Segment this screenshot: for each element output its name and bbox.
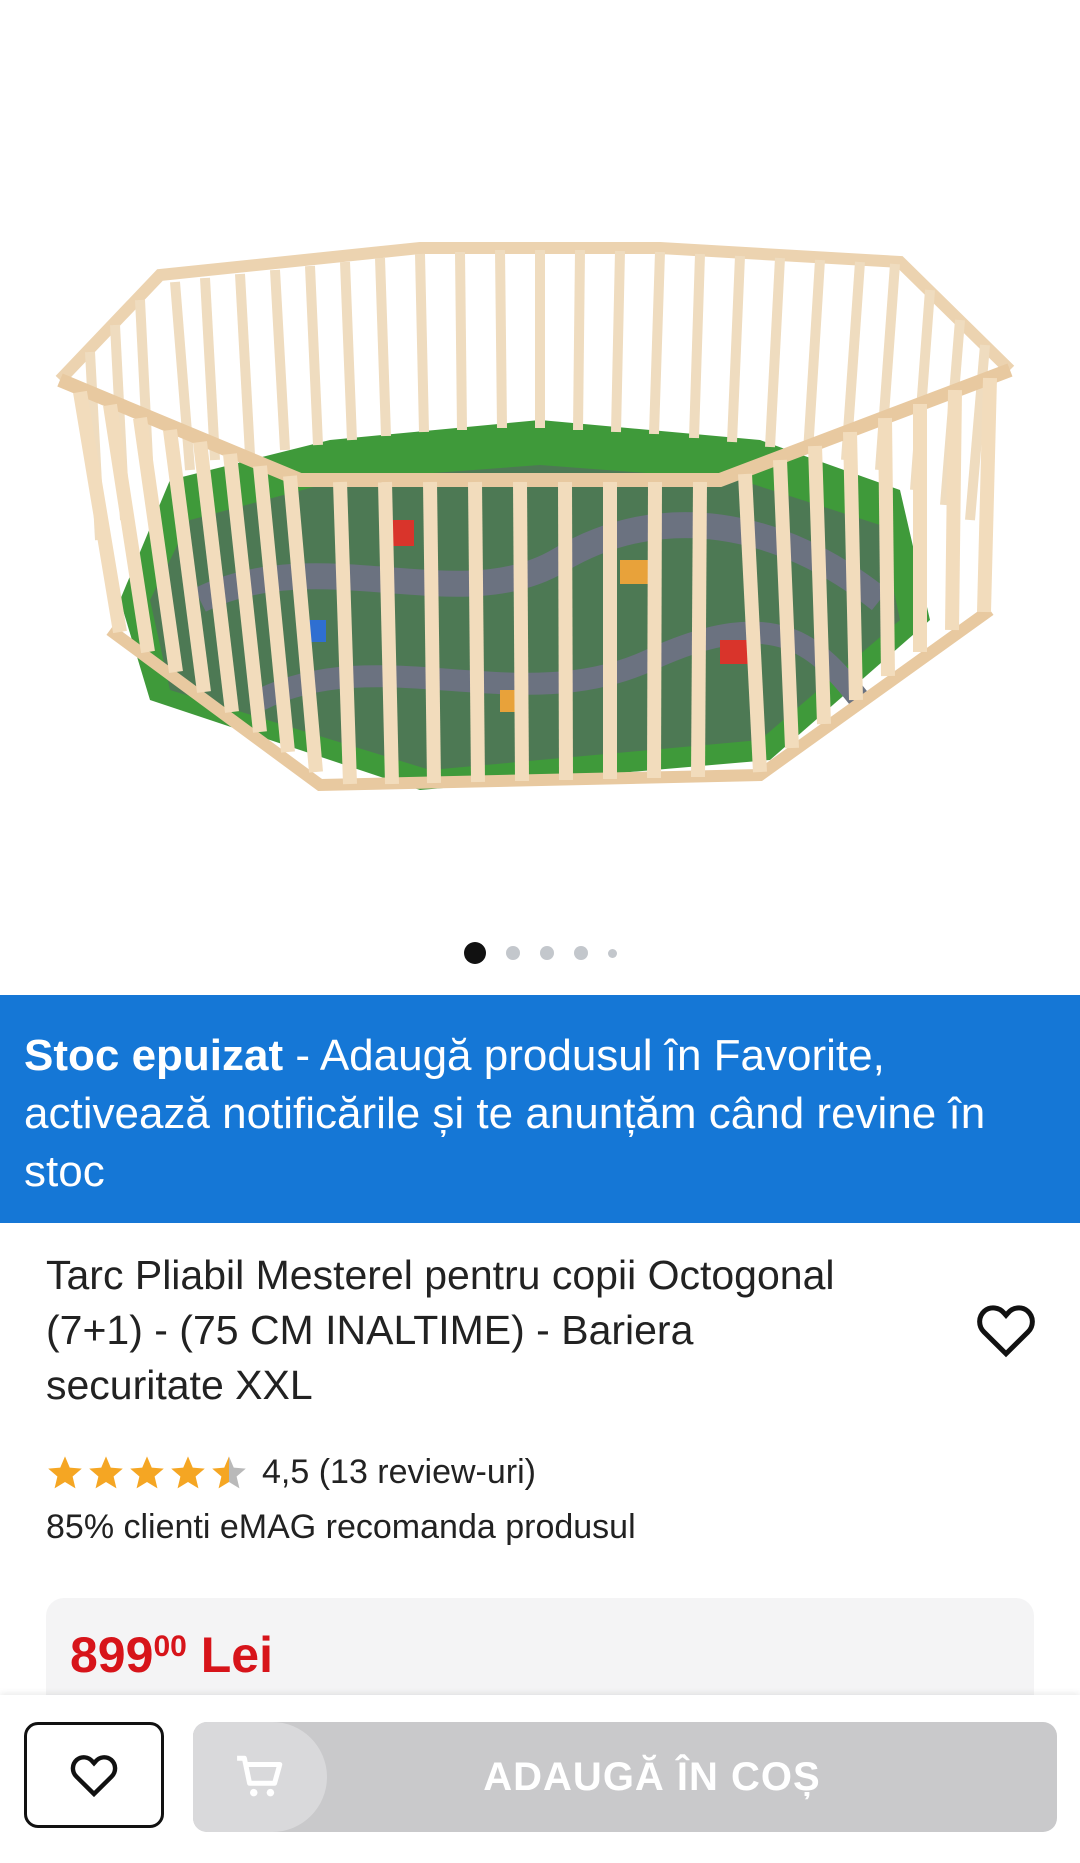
heart-icon (70, 1755, 118, 1797)
product-image (55, 242, 1015, 792)
add-to-cart-label: ADAUGĂ ÎN COȘ (483, 1754, 821, 1799)
star-icon (89, 1455, 123, 1488)
rating-stars (46, 1454, 248, 1492)
star-half-icon (212, 1455, 246, 1488)
add-to-favorites-button[interactable] (24, 1722, 164, 1828)
recommendation-text: 85% clienti eMAG recomanda produsul (46, 1508, 636, 1546)
gallery-dot[interactable] (505, 946, 520, 960)
price-integer: 899 (70, 1627, 154, 1683)
rating-row[interactable]: 4,5 (13 review-uri) (46, 1453, 536, 1492)
stock-status: Stoc epuizat (24, 1031, 284, 1080)
product-header: Tarc Pliabil Mesterel pentru copii Octog… (46, 1248, 1036, 1413)
gallery-dot[interactable] (607, 948, 617, 958)
gallery-dot[interactable] (573, 946, 588, 960)
star-icon (171, 1455, 205, 1488)
bottom-action-bar: ADAUGĂ ÎN COȘ (0, 1695, 1080, 1863)
product-title: Tarc Pliabil Mesterel pentru copii Octog… (46, 1252, 835, 1408)
rating-text[interactable]: 4,5 (13 review-uri) (262, 1453, 536, 1492)
price-currency: Lei (200, 1627, 273, 1683)
price-decimals: 00 (153, 1630, 187, 1663)
cart-icon (237, 1755, 283, 1797)
star-icon (130, 1455, 164, 1488)
gallery-pagination[interactable] (0, 942, 1080, 964)
star-icon (48, 1455, 82, 1488)
out-of-stock-banner: Stoc epuizat - Adaugă produsul în Favori… (0, 995, 1080, 1223)
cart-icon-container (193, 1722, 327, 1832)
gallery-dot[interactable] (463, 942, 486, 964)
product-gallery[interactable] (0, 0, 1080, 990)
heart-icon[interactable] (976, 1302, 1036, 1358)
add-to-cart-button[interactable]: ADAUGĂ ÎN COȘ (193, 1722, 1057, 1832)
product-price: 89900 Lei (70, 1626, 273, 1684)
gallery-dot[interactable] (539, 946, 554, 960)
